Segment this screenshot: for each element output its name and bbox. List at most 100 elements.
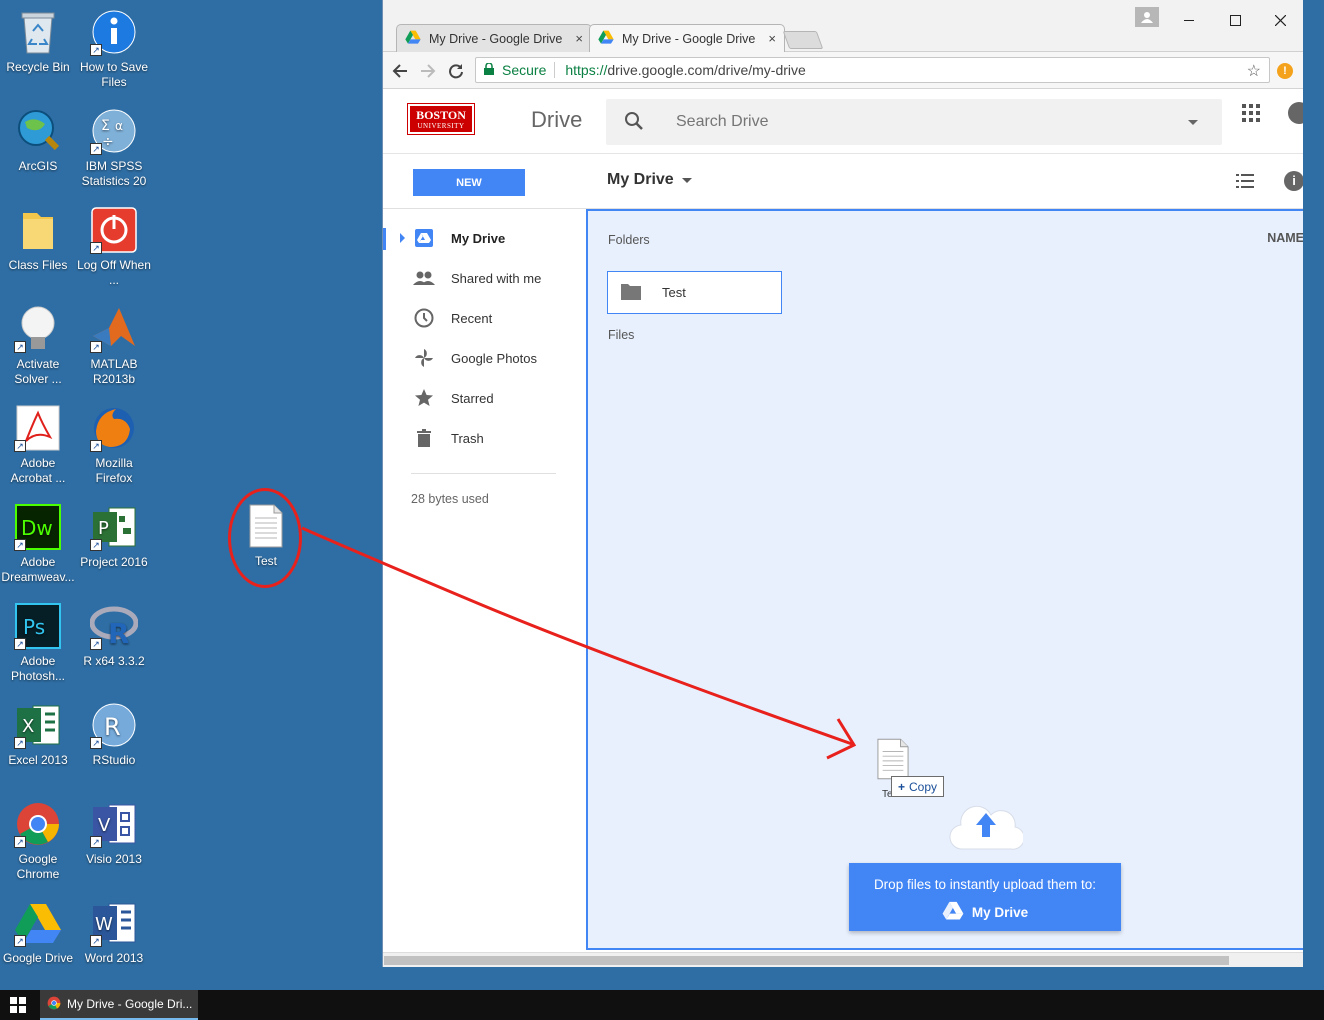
- reload-button[interactable]: [445, 60, 467, 82]
- desktop-icon-dreamweaver[interactable]: Dw ↗ Adobe Dreamweav...: [0, 503, 76, 585]
- desktop-icon-project[interactable]: P ↗ Project 2016: [76, 503, 152, 570]
- desktop-icon-r[interactable]: R ↗ R x64 3.3.2: [76, 602, 152, 669]
- excel-icon: X ↗: [14, 701, 62, 749]
- desktop-icon-firefox[interactable]: ↗ Mozilla Firefox: [76, 404, 152, 486]
- desktop-icon-label: IBM SPSS Statistics 20: [81, 159, 147, 188]
- shortcut-arrow-icon: ↗: [14, 638, 26, 650]
- shortcut-arrow-icon: ↗: [14, 341, 26, 353]
- lightbulb-icon: ↗: [14, 305, 62, 353]
- desktop-icon-label: Visio 2013: [86, 852, 142, 866]
- desktop-icon-acrobat[interactable]: ↗ Adobe Acrobat ...: [0, 404, 76, 486]
- sidebar-item-my-drive[interactable]: My Drive: [383, 218, 586, 258]
- desktop-icon-class-files[interactable]: Class Files: [0, 206, 76, 273]
- arcgis-icon: [14, 107, 62, 155]
- google-drive-icon: [942, 901, 964, 923]
- svg-text:P: P: [98, 518, 109, 539]
- desktop-icon-how-to-save[interactable]: ↗ How to Save Files: [76, 8, 152, 90]
- folder-item[interactable]: Test: [607, 271, 782, 314]
- sidebar-divider: [411, 473, 556, 474]
- desktop-icon-label: Google Drive: [2, 951, 74, 965]
- r-icon: R ↗: [90, 602, 138, 650]
- desktop-icon-arcgis[interactable]: ArcGIS: [0, 107, 76, 174]
- taskbar-item-chrome[interactable]: My Drive - Google Dri...: [40, 990, 198, 1020]
- desktop-icon-label: How to Save Files: [79, 60, 149, 89]
- desktop-icon-matlab[interactable]: ↗ MATLAB R2013b: [76, 305, 152, 387]
- desktop-icon-spss[interactable]: Σα ÷ ↗ IBM SPSS Statistics 20: [76, 107, 152, 189]
- apps-grid-icon[interactable]: [1242, 104, 1260, 122]
- desktop-icon-chrome[interactable]: ↗ Google Chrome: [0, 800, 76, 882]
- folders-section-label: Folders: [608, 233, 650, 247]
- boston-university-logo[interactable]: BOSTON UNIVERSITY: [407, 103, 475, 135]
- acrobat-icon: ↗: [14, 404, 62, 452]
- shortcut-arrow-icon: ↗: [14, 539, 26, 551]
- lock-icon: [484, 62, 494, 78]
- desktop-icon-label: Word 2013: [84, 951, 144, 965]
- windows-start-icon[interactable]: [10, 997, 26, 1013]
- google-drive-icon: ↗: [14, 899, 62, 947]
- desktop-icon-google-drive[interactable]: ↗ Google Drive: [0, 899, 76, 966]
- desktop-icon-label: Log Off When ...: [77, 258, 151, 287]
- breadcrumb[interactable]: My Drive: [607, 171, 692, 189]
- maximize-button[interactable]: [1213, 8, 1257, 32]
- secure-label: Secure: [502, 62, 547, 78]
- sidebar-label: My Drive: [451, 230, 506, 246]
- desktop-icon-solver[interactable]: ↗ Activate Solver ...: [0, 305, 76, 387]
- search-input[interactable]: Search Drive: [606, 99, 1222, 145]
- sidebar-item-recent[interactable]: Recent: [383, 298, 586, 338]
- desktop-icon-log-off[interactable]: ↗ Log Off When ...: [76, 206, 152, 288]
- shortcut-arrow-icon: ↗: [90, 539, 102, 551]
- scrollbar-thumb[interactable]: [384, 956, 1229, 965]
- list-view-icon[interactable]: [1236, 174, 1254, 188]
- omnibox[interactable]: Secure https://drive.google.com/drive/my…: [475, 57, 1270, 83]
- desktop-icon-excel[interactable]: X ↗ Excel 2013: [0, 701, 76, 768]
- logo-line-2: UNIVERSITY: [417, 122, 465, 130]
- recycle-bin-icon: [14, 8, 62, 56]
- extension-warning-icon[interactable]: !: [1277, 63, 1293, 79]
- desktop-icon-visio[interactable]: V ↗ Visio 2013: [76, 800, 152, 867]
- drop-zone[interactable]: Folders NAME Test Files Test + Copy Drop…: [586, 209, 1303, 950]
- info-icon: ↗: [90, 8, 138, 56]
- new-tab-button[interactable]: [782, 31, 824, 49]
- desktop-icon-word[interactable]: W ↗ Word 2013: [76, 899, 152, 966]
- tab-my-drive-2[interactable]: My Drive - Google Drive ×: [589, 24, 785, 52]
- desktop-icon-recycle-bin[interactable]: Recycle Bin: [0, 8, 76, 75]
- search-options-chevron-icon[interactable]: [1188, 120, 1198, 125]
- desktop-icon-label: ArcGIS: [18, 159, 58, 173]
- close-window-button[interactable]: [1258, 8, 1302, 32]
- sidebar-item-shared[interactable]: Shared with me: [383, 258, 586, 298]
- logo-line-1: BOSTON: [416, 108, 466, 122]
- desktop-icon-label: MATLAB R2013b: [90, 357, 138, 386]
- sidebar-item-trash[interactable]: Trash: [383, 418, 586, 458]
- forward-button[interactable]: [417, 60, 439, 82]
- drive-sidebar: My Drive Shared with me Recent Google Ph…: [383, 210, 586, 960]
- tab-close-icon[interactable]: ×: [575, 31, 583, 46]
- people-icon: [413, 267, 435, 289]
- profile-icon[interactable]: [1135, 7, 1159, 27]
- details-info-icon[interactable]: i: [1284, 171, 1303, 191]
- folder-name: Test: [662, 285, 686, 300]
- notifications-icon[interactable]: [1288, 102, 1303, 124]
- sidebar-item-photos[interactable]: Google Photos: [383, 338, 586, 378]
- shortcut-arrow-icon: ↗: [90, 44, 102, 56]
- bookmark-star-icon[interactable]: ☆: [1247, 61, 1261, 81]
- tab-close-icon[interactable]: ×: [768, 31, 776, 46]
- taskbar: My Drive - Google Dri...: [0, 990, 1324, 1020]
- desktop-icon-photoshop[interactable]: Ps ↗ Adobe Photosh...: [0, 602, 76, 684]
- secure-indicator[interactable]: Secure: [476, 62, 556, 78]
- sidebar-label: Google Photos: [451, 350, 538, 366]
- shortcut-arrow-icon: ↗: [14, 836, 26, 848]
- back-button[interactable]: [389, 60, 411, 82]
- svg-text:Σ: Σ: [101, 118, 110, 134]
- url-path: drive.google.com/drive/my-drive: [607, 62, 806, 78]
- minimize-button[interactable]: [1167, 8, 1211, 32]
- sidebar-item-starred[interactable]: Starred: [383, 378, 586, 418]
- sidebar-label: Starred: [451, 390, 494, 406]
- new-button[interactable]: NEW: [413, 169, 525, 196]
- horizontal-scrollbar[interactable]: [383, 952, 1303, 967]
- desktop-icon-rstudio[interactable]: R ↗ RStudio: [76, 701, 152, 768]
- name-column-header[interactable]: NAME: [1267, 231, 1303, 245]
- expand-arrow-icon[interactable]: [400, 233, 405, 243]
- search-icon: [624, 111, 644, 136]
- photoshop-icon: Ps ↗: [14, 602, 62, 650]
- tab-my-drive-1[interactable]: My Drive - Google Drive ×: [396, 24, 592, 52]
